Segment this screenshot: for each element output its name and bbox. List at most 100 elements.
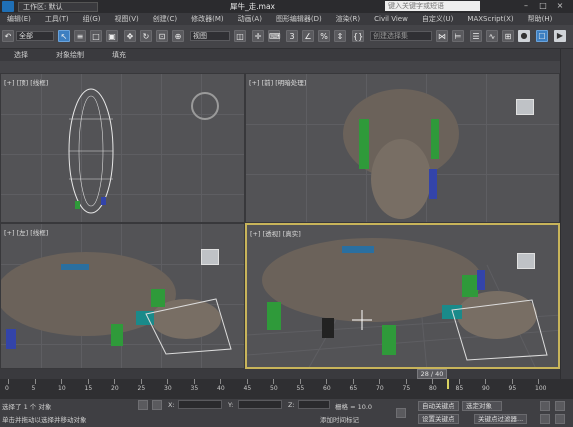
frame-tick (352, 379, 354, 384)
viewport-top[interactable]: [+] [顶] [线框] (0, 73, 245, 223)
menu-rendering[interactable]: 渲染(R) (329, 14, 367, 24)
menu-help[interactable]: 帮助(H) (521, 14, 560, 24)
layer-explorer-icon[interactable]: ☰ (470, 30, 482, 42)
select-by-name-icon[interactable]: ≡ (74, 30, 86, 42)
add-time-tag[interactable]: 添加时间标记 (320, 414, 359, 424)
workspace-dropdown[interactable]: 工作区: 默认 (18, 1, 98, 12)
maximize-icon[interactable]: □ (537, 1, 549, 11)
menu-modifiers[interactable]: 修改器(M) (184, 14, 231, 24)
viewcube-icon[interactable] (201, 249, 219, 265)
main-toolbar: ↶ 全部 ↖ ≡ □ ▣ ✥ ↻ ⊡ ⊕ 视图 ◫ ✛ ⌨ 3 ∠ % ⇕ {}… (0, 25, 573, 49)
frame-tick (458, 379, 460, 384)
mirror-icon[interactable]: ⋈ (436, 30, 448, 42)
select-rotate-icon[interactable]: ↻ (140, 30, 152, 42)
tab-object-paint[interactable]: 对象绘制 (42, 50, 98, 60)
edit-named-selset-icon[interactable]: {} (352, 30, 364, 42)
frame-number: 80 (429, 385, 437, 392)
y-coordinate-field[interactable] (238, 400, 282, 409)
frame-number: 5 (31, 385, 36, 392)
frame-number: 10 (58, 385, 66, 392)
ref-coord-dropdown[interactable]: 视图 (190, 31, 230, 41)
viewport-label[interactable]: [+] [前] [明暗处理] (249, 77, 306, 87)
viewport-perspective[interactable]: [+] [透视] [真实] (245, 223, 560, 369)
material-editor-icon[interactable]: ● (518, 30, 530, 42)
menu-edit[interactable]: 编辑(E) (0, 14, 38, 24)
curve-editor-icon[interactable]: ∿ (486, 30, 498, 42)
zoom-icon[interactable] (540, 414, 550, 424)
snap-toggle-icon[interactable]: 3 (286, 30, 298, 42)
menu-group[interactable]: 组(G) (76, 14, 108, 24)
frame-tick (114, 379, 115, 384)
menu-animation[interactable]: 动画(A) (231, 14, 269, 24)
search-input[interactable]: 键入关键字或短语 (385, 1, 480, 11)
select-manipulate-icon[interactable]: ✛ (252, 30, 264, 42)
select-object-icon[interactable]: ↖ (58, 30, 70, 42)
pivot-center-icon[interactable]: ◫ (234, 30, 246, 42)
selected-dropdown[interactable]: 选定对象 (462, 401, 502, 411)
goto-start-icon[interactable] (540, 401, 550, 411)
frame-tick (61, 379, 62, 384)
play-icon[interactable] (555, 401, 565, 411)
frame-number: 65 (349, 385, 358, 392)
status-bar: 选择了 1 个 对象 单击并拖动以选择并移动对象 X: Y: Z: 栅格 = 1… (0, 399, 573, 427)
key-icon[interactable] (396, 408, 406, 418)
x-coordinate-field[interactable] (178, 400, 222, 409)
schematic-view-icon[interactable]: ⊞ (502, 30, 514, 42)
viewport-label[interactable]: [+] [顶] [线框] (4, 77, 48, 87)
orbit-icon[interactable] (555, 414, 565, 424)
menu-customize[interactable]: 自定义(U) (415, 14, 461, 24)
auto-key-button[interactable]: 自动关键点 (418, 401, 459, 411)
viewport-front[interactable]: [+] [前] [明暗处理] (245, 73, 560, 223)
keyboard-shortcut-icon[interactable]: ⌨ (268, 30, 281, 42)
frame-tick (299, 379, 301, 384)
set-key-button[interactable]: 设置关键点 (418, 414, 459, 424)
select-move-icon[interactable]: ✥ (124, 30, 136, 42)
viewcube-icon[interactable] (517, 253, 535, 269)
rhino-perspective-model[interactable] (252, 230, 557, 369)
percent-snap-icon[interactable]: % (318, 30, 330, 42)
key-filters-button[interactable]: 关键点过滤器... (474, 414, 528, 424)
menu-tools[interactable]: 工具(T) (38, 14, 76, 24)
transform-mode-icon[interactable] (152, 400, 162, 410)
z-coordinate-field[interactable] (298, 400, 330, 409)
tab-selection[interactable]: 选择 (0, 50, 42, 60)
command-panel[interactable] (560, 49, 573, 379)
minimize-icon[interactable]: – (520, 1, 532, 11)
place-icon[interactable]: ⊕ (172, 30, 184, 42)
angle-snap-icon[interactable]: ∠ (302, 30, 314, 42)
undo-icon[interactable]: ↶ (3, 31, 13, 42)
menu-maxscript[interactable]: MAXScript(X) (460, 15, 520, 23)
spinner-snap-icon[interactable]: ⇕ (334, 30, 346, 42)
frame-number: 95 (508, 385, 517, 392)
time-slider[interactable]: 28 / 40 (0, 369, 560, 379)
frame-tick (538, 379, 539, 384)
viewport-left[interactable]: [+] [左] [线框] (0, 223, 245, 369)
render-frame-icon[interactable]: ▶ (554, 30, 566, 42)
viewcube-circle-icon[interactable] (191, 92, 219, 120)
time-slider-thumb[interactable]: 28 / 40 (417, 369, 447, 379)
named-selection-field[interactable]: 创建选择集 (370, 31, 432, 41)
menu-graph-editors[interactable]: 图形编辑器(D) (269, 14, 329, 24)
rhino-wireframe-top[interactable] (61, 79, 121, 223)
align-icon[interactable]: ⊨ (452, 30, 464, 42)
tab-populate[interactable]: 填充 (98, 50, 140, 60)
frame-tick (485, 379, 486, 384)
track-bar[interactable]: 0 5 10 15 20 25 30 35 40 45 50 55 60 65 70 75 80 85 90 95 10… (0, 379, 573, 399)
rect-selection-icon[interactable]: □ (90, 30, 102, 42)
max-logo-icon[interactable] (2, 1, 14, 12)
menu-civil-view[interactable]: Civil View (367, 15, 415, 23)
window-crossing-icon[interactable]: ▣ (106, 30, 118, 42)
viewport-label[interactable]: [+] [左] [线框] (4, 227, 48, 237)
select-scale-icon[interactable]: ⊡ (156, 30, 168, 42)
menu-views[interactable]: 视图(V) (108, 14, 146, 24)
viewcube-icon[interactable] (516, 99, 534, 115)
close-icon[interactable]: × (554, 1, 566, 11)
lock-selection-icon[interactable] (138, 400, 148, 410)
frame-number: 30 (164, 385, 172, 392)
frame-number: 20 (111, 385, 119, 392)
selection-filter-dropdown[interactable]: 全部 (16, 31, 54, 41)
render-setup-icon[interactable]: ☐ (536, 30, 548, 42)
frame-tick (405, 379, 407, 384)
menu-create[interactable]: 创建(C) (146, 14, 184, 24)
rhino-front-model[interactable] (341, 79, 461, 223)
